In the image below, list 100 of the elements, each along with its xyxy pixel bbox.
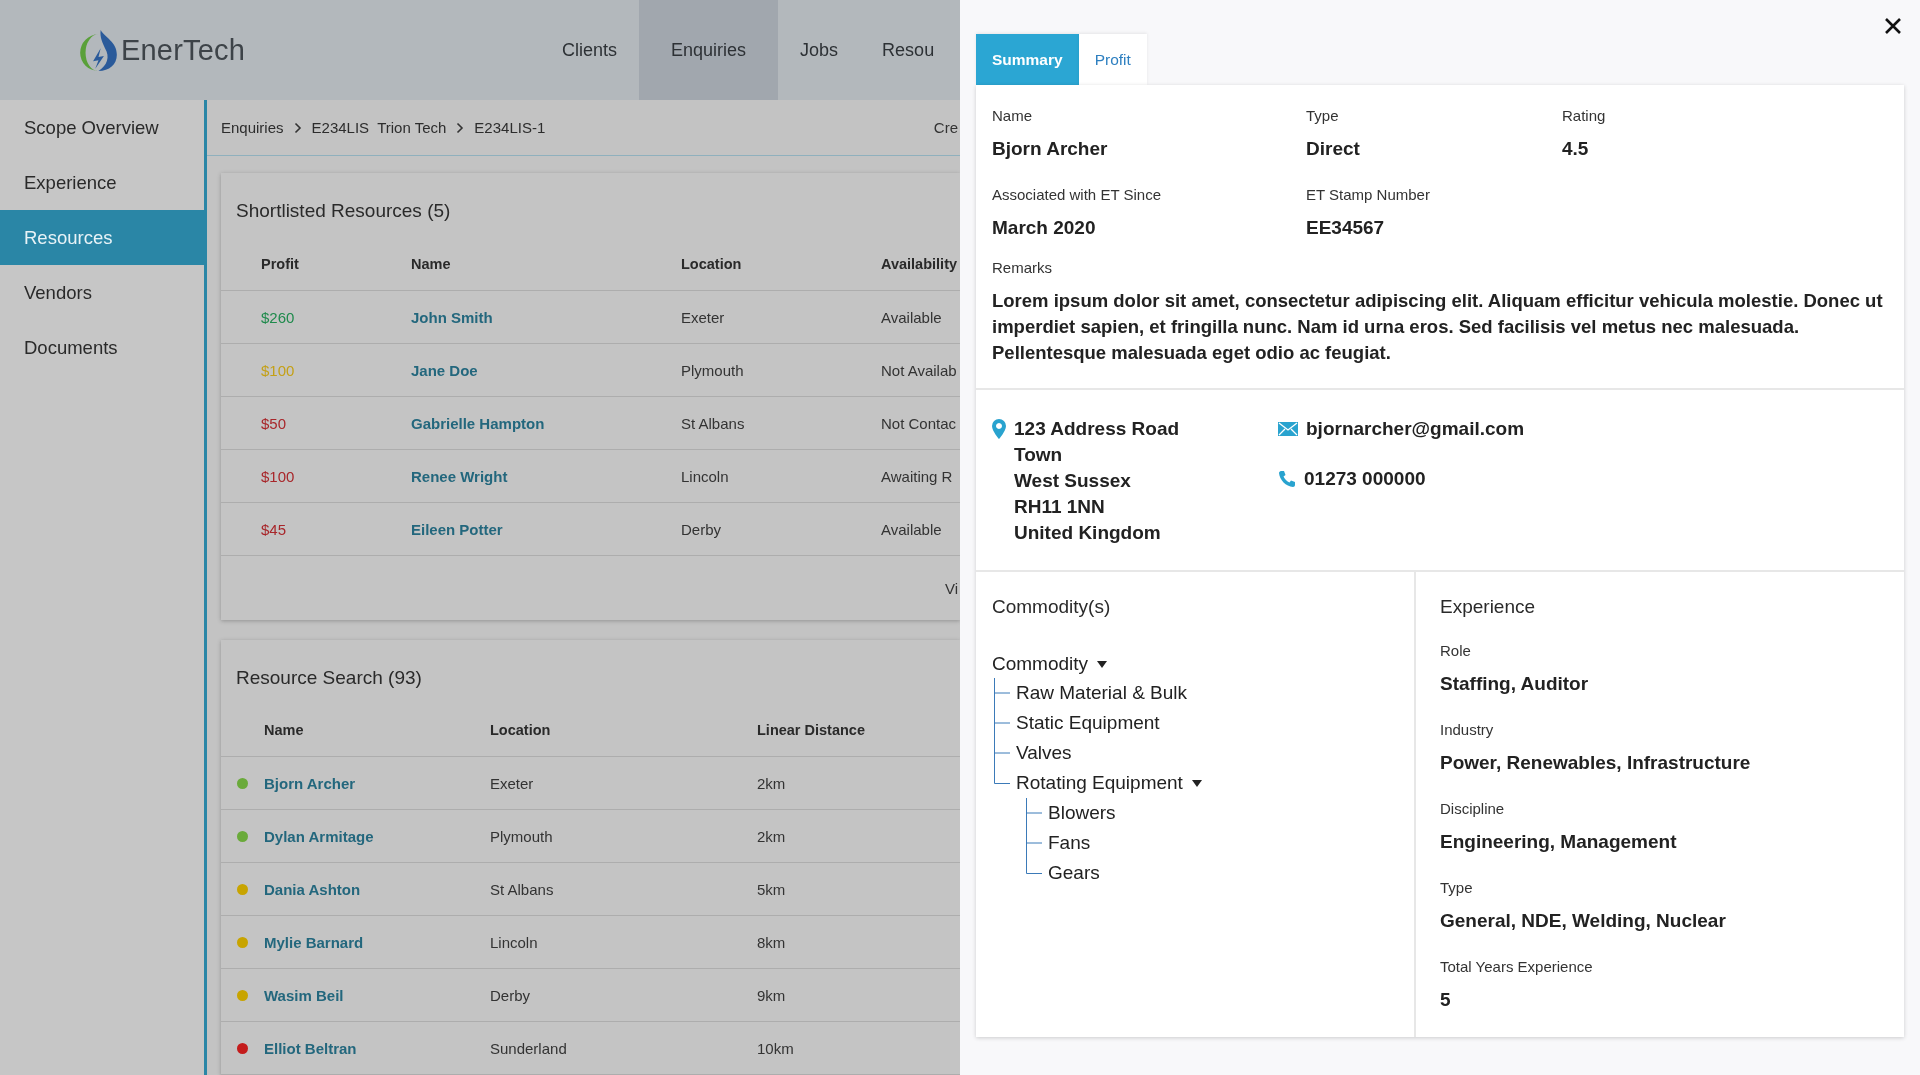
table-cell-text: Plymouth: [681, 361, 745, 379]
table-cell-text: 5km: [757, 880, 787, 898]
tree-item[interactable]: Raw Material & Bulk: [1016, 682, 1188, 704]
table-cell-text: Derby: [681, 520, 722, 538]
field-label: Name: [992, 107, 1033, 124]
chevron-icon: [293, 121, 302, 134]
field-value: Bjorn Archer: [992, 138, 1109, 160]
caret-icon[interactable]: [1190, 778, 1203, 788]
table-cell-text: Awaiting R: [881, 467, 954, 485]
breadcrumb-link[interactable]: E234LIS Trion Tech: [311, 119, 447, 136]
location-pin-icon: [992, 419, 1006, 439]
table-cell-text: 9km: [757, 986, 787, 1004]
column-header: Availability: [881, 255, 959, 272]
drawer-tab[interactable]: Profit: [1078, 34, 1147, 85]
resource-link[interactable]: John Smith: [411, 308, 681, 326]
resource-link[interactable]: Elliot Beltran: [264, 1039, 490, 1057]
field-label: Associated with ET Since: [992, 186, 1162, 203]
sidebar-item[interactable]: Scope Overview: [0, 100, 204, 155]
table-cell-text: Lincoln: [681, 467, 730, 485]
email-text: bjornarcher@gmail.com: [1306, 417, 1525, 441]
resource-link[interactable]: Mylie Barnard: [264, 933, 490, 951]
sidebar-item[interactable]: Resources: [0, 210, 204, 265]
tree-connector: [1026, 798, 1042, 828]
field-label: Role: [1440, 642, 1472, 659]
profit-value: $100: [261, 467, 296, 485]
field-label: Rating: [1562, 107, 1607, 124]
envelope-icon: [1278, 422, 1298, 436]
brand-name: EnerTech: [121, 33, 246, 67]
resource-link[interactable]: Bjorn Archer: [264, 774, 490, 792]
profit-value: $100: [261, 361, 296, 379]
address-line: United Kingdom: [1014, 521, 1162, 545]
tree-item[interactable]: Rotating Equipment: [1016, 772, 1183, 794]
address-line: RH11 1NN: [1014, 495, 1106, 519]
field-value: 4.5: [1562, 138, 1590, 160]
address-line: 123 Address Road: [1014, 417, 1180, 441]
view-link[interactable]: Vi: [944, 579, 958, 597]
table-cell-text: 2km: [757, 774, 787, 792]
table-cell-text: Available: [881, 308, 943, 326]
column-header: Location: [490, 722, 552, 738]
close-icon[interactable]: [1884, 17, 1902, 35]
table-cell-text: Lincoln: [490, 933, 539, 951]
field-label: Discipline: [1440, 800, 1506, 817]
table-cell-text: Exeter: [681, 308, 726, 326]
tree-item[interactable]: Commodity: [992, 653, 1089, 675]
nav-tab[interactable]: Clients: [540, 0, 640, 100]
resource-link[interactable]: Dania Ashton: [264, 880, 490, 898]
profit-value: $260: [261, 308, 296, 326]
tree-item[interactable]: Valves: [1016, 742, 1072, 764]
field-value: General, NDE, Welding, Nuclear: [1440, 910, 1727, 932]
table-cell-text: Exeter: [490, 774, 535, 792]
nav-tab[interactable]: Enquiries: [639, 0, 779, 100]
profit-value: $45: [261, 520, 288, 538]
profit-value: $50: [261, 414, 288, 432]
create-link[interactable]: Cre: [933, 119, 958, 136]
field-value: Engineering, Management: [1440, 831, 1678, 853]
table-cell-text: Not Contac: [881, 414, 958, 432]
sidebar-item[interactable]: Experience: [0, 155, 204, 210]
field-label: Total Years Experience: [1440, 958, 1594, 975]
table-cell-text: St Albans: [681, 414, 746, 432]
caret-icon[interactable]: [1096, 659, 1109, 669]
tree-item[interactable]: Static Equipment: [1016, 712, 1160, 734]
tree-item[interactable]: Fans: [1048, 832, 1091, 854]
table-cell-text: Plymouth: [490, 827, 554, 845]
column-header: Name: [411, 255, 452, 272]
field-value: EE34567: [1306, 217, 1386, 239]
resource-link[interactable]: Jane Doe: [411, 361, 681, 379]
card-title: Shortlisted Resources (5): [235, 199, 452, 223]
breadcrumb-link[interactable]: Enquiries: [221, 119, 284, 136]
nav-tab[interactable]: Resou: [860, 0, 957, 100]
field-label: Type: [1440, 879, 1474, 896]
resource-link[interactable]: Renee Wright: [411, 467, 681, 485]
phone-text: 01273 000000: [1304, 467, 1426, 491]
tree-connector: [994, 678, 1010, 708]
resource-link[interactable]: Wasim Beil: [264, 986, 490, 1004]
nav-tab[interactable]: Jobs: [778, 0, 861, 100]
table-cell-text: Available: [881, 520, 943, 538]
section-title: Commodity(s): [992, 596, 1112, 618]
column-header: Linear Distance: [757, 722, 866, 738]
sidebar-item[interactable]: Documents: [0, 320, 204, 375]
resource-link[interactable]: Dylan Armitage: [264, 827, 490, 845]
resource-link[interactable]: Eileen Potter: [411, 520, 681, 538]
field-label: Remarks: [992, 259, 1053, 276]
chevron-icon: [456, 121, 465, 134]
phone-icon: [1278, 470, 1296, 488]
tree-item[interactable]: Blowers: [1048, 802, 1116, 824]
field-value: Direct: [1306, 138, 1361, 160]
field-value: Staffing, Auditor: [1440, 673, 1590, 695]
section-title: Experience: [1440, 596, 1537, 618]
field-label: Type: [1306, 107, 1340, 124]
address-line: Town: [1014, 443, 1064, 467]
column-header: Name: [264, 722, 305, 738]
resource-link[interactable]: Gabrielle Hampton: [411, 414, 681, 432]
logo-icon: [80, 29, 117, 71]
field-value: Power, Renewables, Infrastructure: [1440, 752, 1752, 774]
table-cell-text: 8km: [757, 933, 787, 951]
field-value: 5: [1440, 989, 1452, 1011]
table-cell-text: 2km: [757, 827, 787, 845]
sidebar-item[interactable]: Vendors: [0, 265, 204, 320]
breadcrumb-link[interactable]: E234LIS-1: [474, 119, 546, 136]
tree-item[interactable]: Gears: [1048, 862, 1100, 884]
